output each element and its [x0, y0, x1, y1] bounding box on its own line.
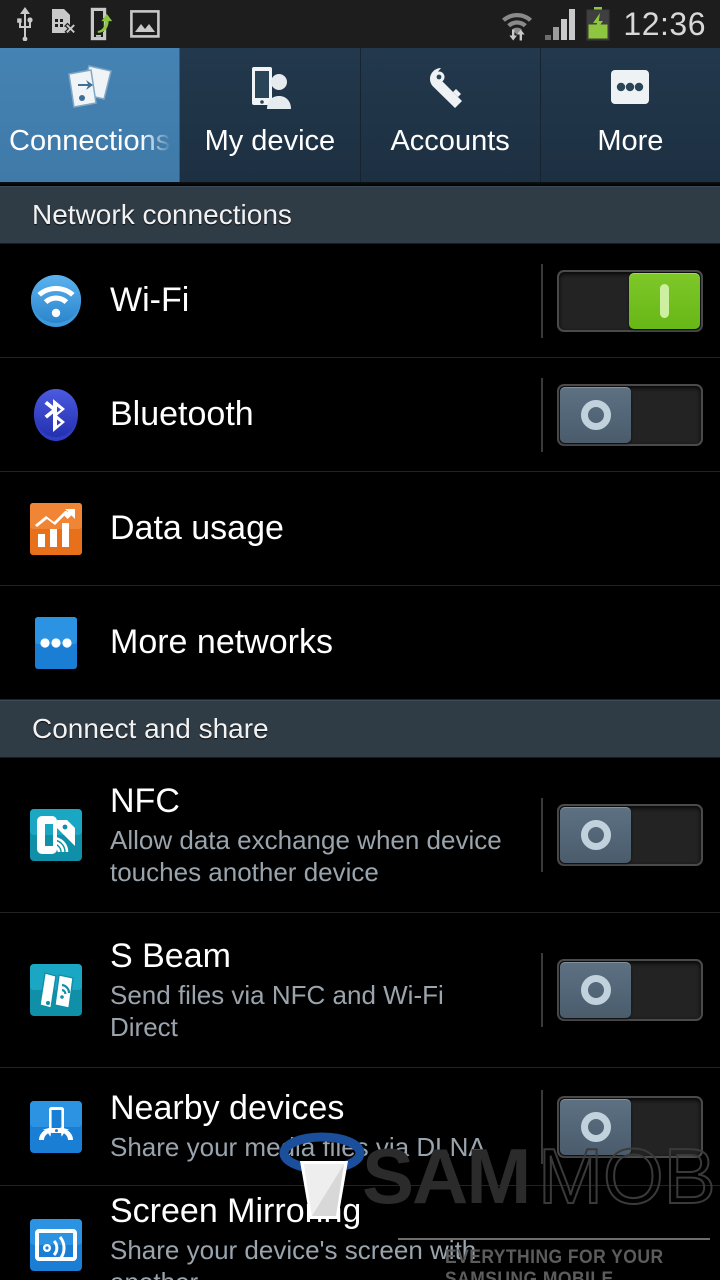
list-item-bluetooth[interactable]: Bluetooth — [0, 358, 720, 472]
list-item-title: Data usage — [110, 509, 284, 548]
tab-accounts[interactable]: Accounts — [360, 48, 541, 182]
my-device-icon — [239, 62, 301, 118]
list-item-nfc[interactable]: NFC Allow data exchange when device touc… — [0, 758, 720, 913]
battery-charging-icon — [586, 7, 610, 41]
row-widget — [524, 758, 720, 912]
more-dots-icon — [599, 62, 661, 118]
nearby-devices-icon — [24, 1100, 88, 1154]
list-item-title: NFC — [110, 781, 180, 820]
row-text: Data usage — [88, 509, 524, 547]
tab-connections[interactable]: Connections — [0, 48, 181, 182]
connections-icon — [59, 62, 121, 118]
list-item-screen-mirroring[interactable]: Screen Mirroring Share your device's scr… — [0, 1186, 720, 1280]
sim-card-missing-icon — [52, 9, 76, 35]
list-item-title: More networks — [110, 623, 333, 662]
list-item-subtitle: Share your device's screen with another — [110, 1234, 477, 1280]
device-transfer-icon — [90, 7, 113, 41]
s-beam-icon — [24, 963, 88, 1017]
tab-more[interactable]: More — [540, 48, 720, 182]
list-item-title: Nearby devices — [110, 1089, 345, 1128]
toggle-on-glyph — [660, 283, 669, 318]
data-usage-icon — [24, 502, 88, 556]
screenshot-image-icon — [130, 10, 160, 38]
toggle-off-glyph — [580, 975, 611, 1005]
toggle-knob — [560, 1098, 631, 1155]
row-widget — [524, 358, 720, 471]
wifi-data-icon — [502, 13, 533, 41]
wifi-toggle[interactable] — [557, 269, 703, 332]
accounts-key-icon — [419, 62, 481, 118]
cellular-signal-icon — [545, 9, 576, 40]
row-widget — [524, 244, 720, 357]
list-item-wifi[interactable]: Wi-Fi — [0, 244, 720, 358]
list-item-subtitle: Share your media files via DLNA — [110, 1132, 486, 1163]
toggle-knob — [560, 807, 631, 863]
usb-icon — [17, 7, 33, 41]
row-text: Screen Mirroring Share your device's scr… — [88, 1192, 524, 1280]
tab-accounts-label: Accounts — [390, 125, 510, 157]
toggle-knob — [560, 962, 631, 1018]
row-widget — [524, 913, 720, 1067]
row-text: Wi-Fi — [88, 281, 524, 319]
toggle-off-glyph — [580, 1111, 611, 1142]
tab-my-device-label: My device — [204, 125, 336, 157]
toggle-knob — [629, 272, 700, 329]
toggle-knob — [560, 386, 631, 443]
list-item-title: S Beam — [110, 936, 231, 975]
tab-connections-label: Connections — [9, 125, 171, 157]
toggle-off-glyph — [580, 820, 611, 850]
row-text: More networks — [88, 623, 524, 661]
wifi-icon — [24, 272, 88, 330]
list-item-subtitle: Allow data exchange when device touches … — [110, 824, 502, 888]
more-networks-icon — [24, 616, 88, 670]
row-widget — [524, 1068, 720, 1185]
bluetooth-toggle[interactable] — [557, 383, 703, 446]
status-bar: 12:36 — [0, 0, 720, 48]
row-text: S Beam Send files via NFC and Wi-Fi Dire… — [88, 937, 524, 1044]
nfc-toggle[interactable] — [557, 804, 703, 866]
status-bar-left-icons — [14, 7, 160, 41]
status-bar-right-icons: 12:36 — [500, 7, 706, 41]
section-title: Network connections — [32, 198, 292, 230]
section-header-connect-and-share: Connect and share — [0, 700, 720, 758]
bluetooth-icon — [24, 386, 88, 444]
s-beam-toggle[interactable] — [557, 959, 703, 1021]
screen-mirroring-icon — [24, 1218, 88, 1272]
nfc-icon — [24, 808, 88, 862]
list-item-data-usage[interactable]: Data usage — [0, 472, 720, 586]
status-bar-clock: 12:36 — [623, 6, 706, 42]
list-item-title: Wi-Fi — [110, 281, 190, 320]
tab-my-device[interactable]: My device — [180, 48, 361, 182]
list-item-more-networks[interactable]: More networks — [0, 586, 720, 700]
tab-more-label: More — [597, 125, 664, 157]
list-item-title: Bluetooth — [110, 395, 254, 434]
nearby-devices-toggle[interactable] — [557, 1095, 703, 1158]
settings-tab-bar: Connections My device Accounts More — [0, 48, 720, 182]
list-item-s-beam[interactable]: S Beam Send files via NFC and Wi-Fi Dire… — [0, 913, 720, 1068]
row-text: NFC Allow data exchange when device touc… — [88, 782, 524, 889]
list-item-subtitle: Send files via NFC and Wi-Fi Direct — [110, 979, 444, 1043]
section-title: Connect and share — [32, 712, 269, 744]
row-text: Bluetooth — [88, 395, 524, 433]
list-item-title: Screen Mirroring — [110, 1191, 362, 1230]
row-text: Nearby devices Share your media files vi… — [88, 1089, 524, 1163]
toggle-off-glyph — [580, 399, 611, 430]
list-item-nearby-devices[interactable]: Nearby devices Share your media files vi… — [0, 1068, 720, 1186]
section-header-network-connections: Network connections — [0, 186, 720, 244]
settings-screen: 12:36 Connections My device Accounts Mor… — [0, 0, 720, 1280]
